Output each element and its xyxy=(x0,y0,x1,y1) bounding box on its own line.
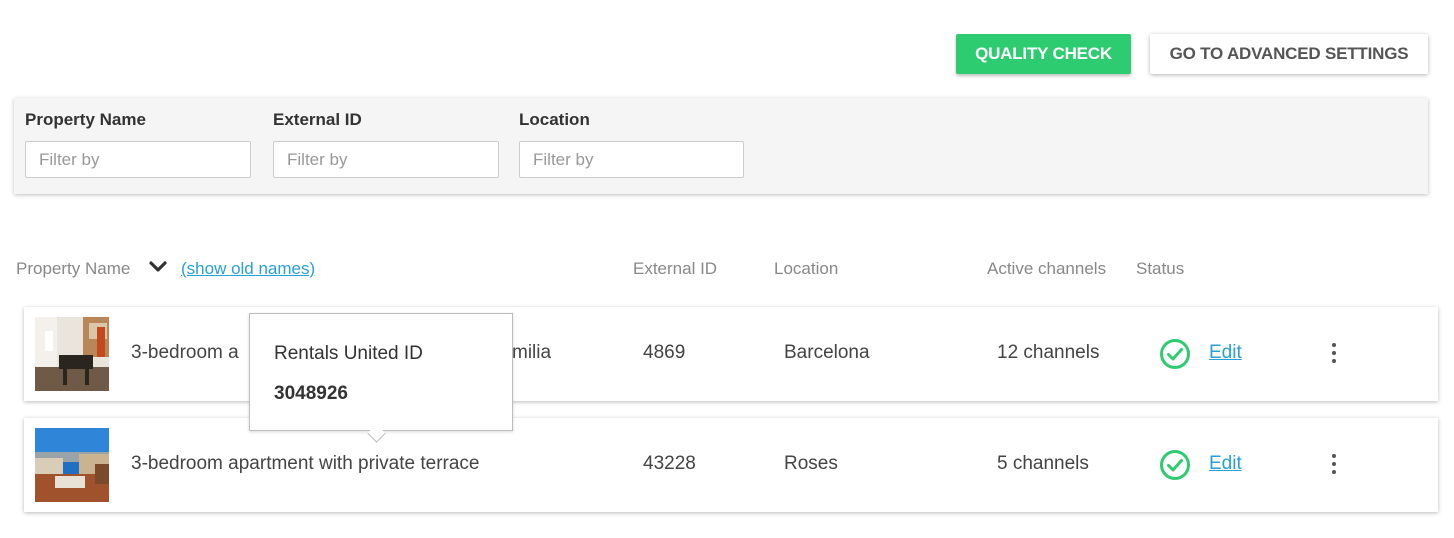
column-header-active-channels: Active channels xyxy=(987,259,1107,278)
tooltip-value: 3048926 xyxy=(274,383,348,404)
filter-label-location: Location xyxy=(519,110,590,129)
more-options-icon[interactable] xyxy=(1328,343,1340,367)
property-name-filter-input[interactable] xyxy=(25,141,251,178)
filter-label-property-name: Property Name xyxy=(25,110,146,129)
column-header-external-id: External ID xyxy=(633,259,718,278)
edit-link[interactable]: Edit xyxy=(1209,342,1242,364)
location-filter-input[interactable] xyxy=(519,141,744,178)
external-id-cell: 4869 xyxy=(643,342,686,363)
column-header-property-name[interactable]: Property Name xyxy=(16,259,130,279)
external-id-cell: 43228 xyxy=(643,453,696,474)
location-cell: Roses xyxy=(784,453,838,474)
check-circle-icon xyxy=(1160,339,1190,369)
edit-link[interactable]: Edit xyxy=(1209,453,1242,475)
property-thumbnail xyxy=(35,428,109,502)
more-options-icon[interactable] xyxy=(1328,454,1340,478)
property-name-end: milia xyxy=(512,342,552,363)
rentals-united-id-tooltip: Rentals United ID 3048926 xyxy=(249,313,513,443)
property-thumbnail xyxy=(35,317,109,391)
external-id-filter-input[interactable] xyxy=(273,141,499,178)
property-name-cell: 3-bedroom apartment with private terrace xyxy=(131,453,480,474)
tooltip-title: Rentals United ID xyxy=(274,343,423,364)
quality-check-button[interactable]: QUALITY CHECK xyxy=(956,34,1131,74)
chevron-down-icon[interactable] xyxy=(148,260,168,274)
filter-label-external-id: External ID xyxy=(273,110,362,129)
show-old-names-link[interactable]: (show old names) xyxy=(181,259,315,279)
channels-cell: 5 channels xyxy=(997,453,1089,474)
table-row[interactable]: 3-bedroom apartment with private terrace… xyxy=(24,418,1438,512)
column-header-location: Location xyxy=(774,259,839,278)
table-row[interactable]: 3-bedroom a milia 4869 Barcelona 12 chan… xyxy=(24,307,1438,401)
check-circle-icon xyxy=(1160,450,1190,480)
filter-panel: Property Name External ID Location xyxy=(14,98,1428,194)
channels-cell: 12 channels xyxy=(997,342,1100,363)
column-header-status: Status xyxy=(1136,259,1185,278)
location-cell: Barcelona xyxy=(784,342,870,363)
property-name-start: 3-bedroom a xyxy=(131,342,239,363)
advanced-settings-button[interactable]: GO TO ADVANCED SETTINGS xyxy=(1150,34,1428,74)
